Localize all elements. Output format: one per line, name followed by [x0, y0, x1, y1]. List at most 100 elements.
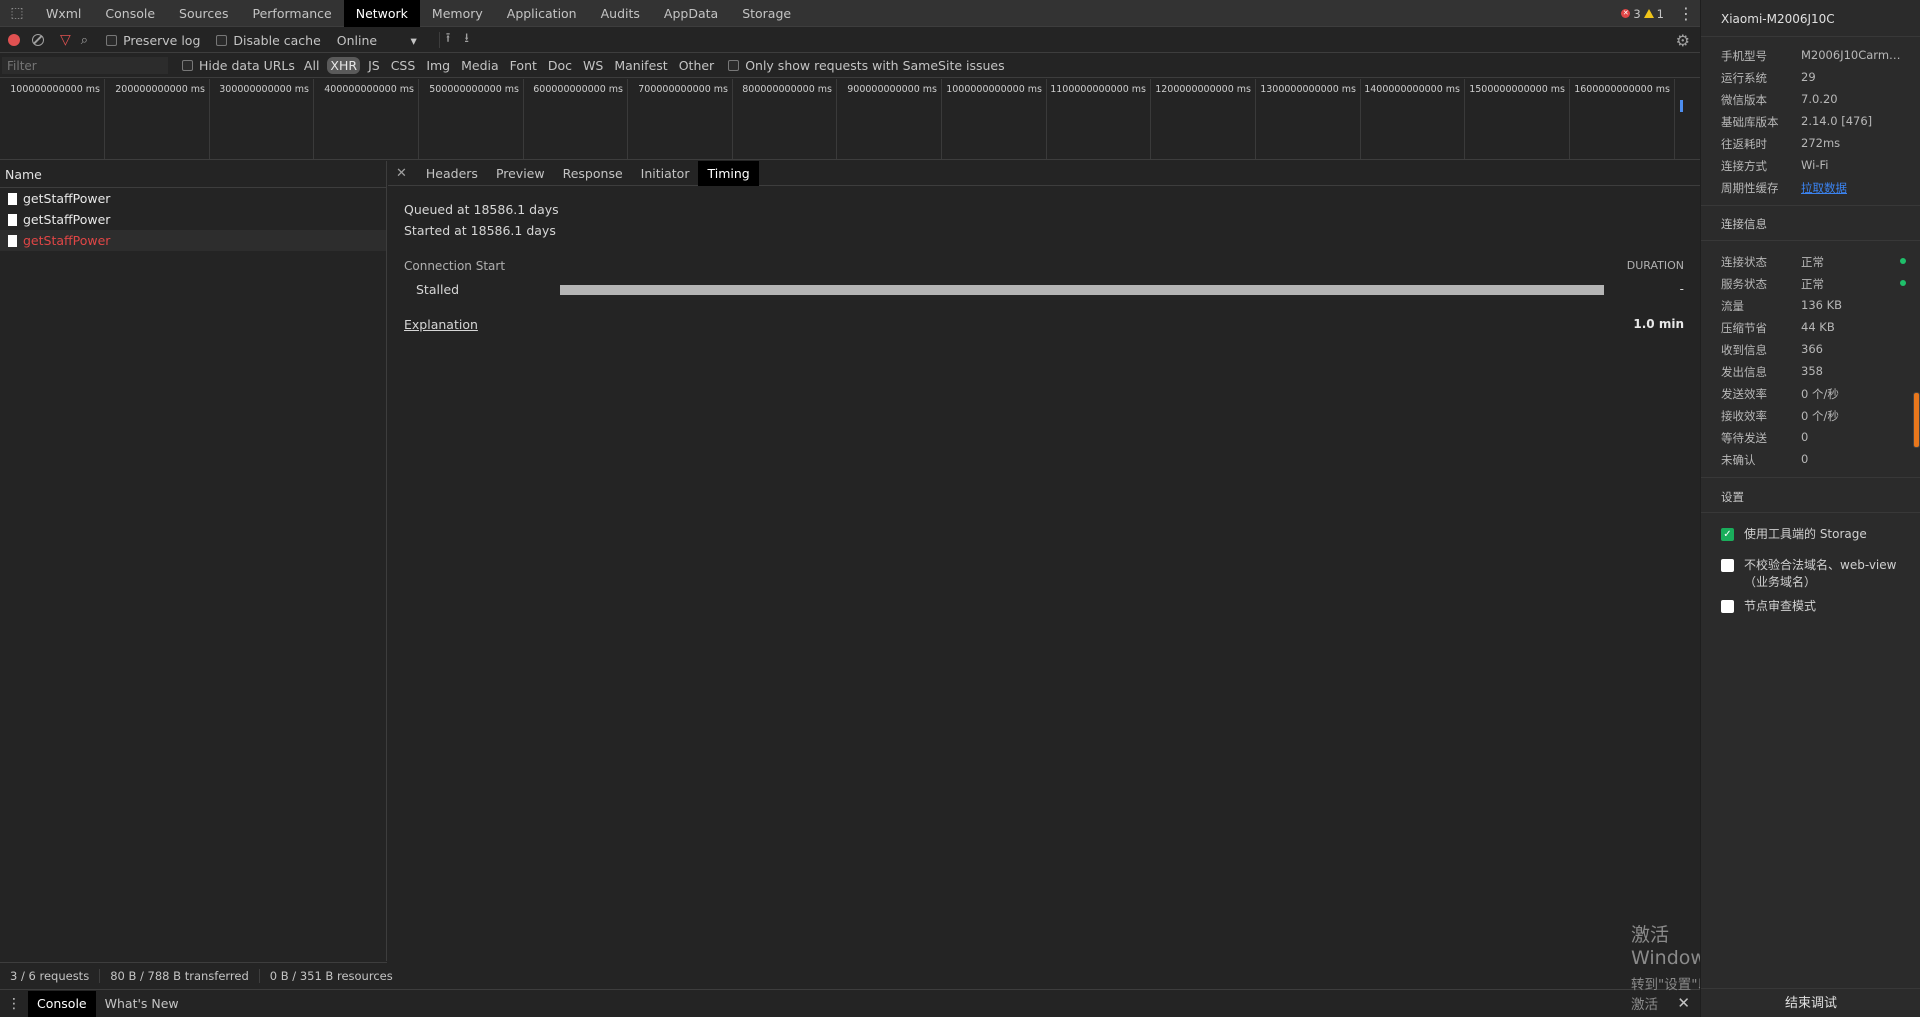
record-button[interactable]	[8, 34, 20, 46]
tab-application[interactable]: Application	[495, 0, 589, 27]
info-value: 0	[1801, 452, 1809, 466]
more-options-icon[interactable]: ⋮	[1672, 0, 1700, 27]
tab-performance[interactable]: Performance	[241, 0, 344, 27]
info-key: 服务状态	[1721, 277, 1767, 291]
info-value: 正常	[1801, 255, 1824, 269]
request-row[interactable]: getStaffPower	[0, 188, 386, 209]
document-icon	[8, 234, 17, 247]
clear-icon[interactable]	[32, 34, 44, 46]
divider	[1701, 205, 1920, 206]
stalled-label: Stalled	[416, 282, 460, 297]
tab-response[interactable]: Response	[554, 161, 632, 186]
request-row[interactable]: getStaffPower	[0, 209, 386, 230]
tab-network[interactable]: Network	[343, 0, 420, 27]
tab-console[interactable]: Console	[93, 0, 167, 27]
overview-tick: 400000000000 ms	[314, 79, 419, 159]
type-filter-manifest[interactable]: Manifest	[611, 57, 670, 74]
name-column-header[interactable]: Name	[0, 161, 386, 188]
tab-wxml[interactable]: Wxml	[34, 0, 93, 27]
info-value: 0 个/秒	[1801, 387, 1839, 401]
hide-data-urls-checkbox[interactable]	[182, 60, 193, 71]
type-filter-css[interactable]: CSS	[388, 57, 419, 74]
setting-label: 使用工具端的 Storage	[1744, 527, 1867, 541]
info-value: 136 KB	[1801, 298, 1843, 312]
disable-cache-checkbox[interactable]	[216, 34, 228, 46]
filter-icon[interactable]: ▽	[60, 32, 71, 48]
info-key: 运行系统	[1721, 71, 1767, 85]
close-icon[interactable]: ✕	[396, 166, 407, 181]
type-filter-other[interactable]: Other	[676, 57, 718, 74]
drawer-tab-whats-new[interactable]: What's New	[96, 991, 188, 1017]
export-har-icon[interactable]: ⭳	[464, 29, 469, 51]
tab-storage[interactable]: Storage	[730, 0, 803, 27]
sidebar-scrollbar[interactable]	[1913, 392, 1920, 448]
drawer-tab-console[interactable]: Console	[28, 990, 96, 1017]
checkbox-checked[interactable]: ✓	[1721, 528, 1734, 541]
info-key: 基础库版本	[1721, 115, 1779, 129]
type-filter-js[interactable]: JS	[365, 57, 383, 74]
warning-icon	[1643, 9, 1654, 18]
tab-appdata[interactable]: AppData	[652, 0, 730, 27]
hide-data-urls-label: Hide data URLs	[199, 58, 295, 73]
overview-tick: 200000000000 ms	[105, 79, 210, 159]
conn-info-row: 连接状态 正常	[1721, 254, 1906, 270]
setting-use-storage[interactable]: ✓ 使用工具端的 Storage	[1721, 525, 1901, 542]
tab-initiator[interactable]: Initiator	[632, 161, 699, 186]
type-filter-ws[interactable]: WS	[580, 57, 606, 74]
info-key: 发出信息	[1721, 365, 1767, 379]
checkbox-unchecked[interactable]	[1721, 600, 1734, 613]
conn-info-row: 收到信息 366	[1721, 342, 1906, 358]
type-filter-doc[interactable]: Doc	[545, 57, 575, 74]
pull-data-link[interactable]: 拉取数据	[1801, 180, 1901, 196]
info-value: 0	[1801, 430, 1809, 444]
error-icon: ✕	[1621, 9, 1631, 18]
request-row-error[interactable]: getStaffPower	[0, 230, 386, 251]
tab-sources[interactable]: Sources	[167, 0, 240, 27]
remote-debug-sidebar: Xiaomi-M2006J10C 手机型号M2006J10Carm64-v8a …	[1700, 0, 1920, 1017]
inspect-element-icon[interactable]: ⬚	[0, 0, 34, 27]
type-filter-img[interactable]: Img	[423, 57, 453, 74]
error-warning-counter[interactable]: ✕ 3 1	[1621, 7, 1664, 21]
filter-row: Hide data URLs All XHR JS CSS Img Media …	[0, 54, 1700, 78]
type-filter-media[interactable]: Media	[458, 57, 502, 74]
drawer-menu-icon[interactable]: ⋮	[0, 996, 28, 1012]
tab-timing[interactable]: Timing	[698, 160, 759, 186]
end-debug-button[interactable]: 结束调试	[1701, 988, 1920, 1017]
checkbox-unchecked[interactable]	[1721, 559, 1734, 572]
overview-tick: 100000000000 ms	[0, 79, 105, 159]
samesite-label: Only show requests with SameSite issues	[745, 58, 1005, 73]
type-filter-all[interactable]: All	[301, 57, 323, 74]
divider	[1701, 512, 1920, 513]
timeline-overview[interactable]: 100000000000 ms 200000000000 ms 30000000…	[0, 79, 1700, 160]
throttling-select[interactable]: Online ▾	[337, 33, 417, 48]
setting-node-inspect[interactable]: 节点审查模式	[1721, 597, 1901, 614]
overview-tick: 1200000000000 ms	[1151, 79, 1256, 159]
info-key: 收到信息	[1721, 343, 1767, 357]
gear-icon[interactable]: ⚙	[1676, 31, 1690, 50]
info-key: 微信版本	[1721, 93, 1767, 107]
info-value: 7.0.20	[1801, 92, 1838, 106]
import-har-icon[interactable]: ⭱	[446, 29, 451, 51]
type-filter-xhr[interactable]: XHR	[327, 57, 361, 74]
filter-input[interactable]	[2, 57, 168, 74]
explanation-link[interactable]: Explanation	[404, 317, 478, 332]
tab-preview[interactable]: Preview	[487, 161, 554, 186]
tab-headers[interactable]: Headers	[417, 161, 487, 186]
samesite-checkbox[interactable]	[728, 60, 740, 71]
info-key: 接收效率	[1721, 409, 1767, 423]
chevron-down-icon: ▾	[410, 32, 417, 48]
tab-memory[interactable]: Memory	[420, 0, 495, 27]
queued-at: Queued at 18586.1 days	[404, 202, 559, 217]
document-icon	[8, 192, 17, 205]
type-filter-font[interactable]: Font	[507, 57, 540, 74]
main-tab-bar: ⬚ Wxml Console Sources Performance Netwo…	[0, 0, 1700, 27]
conn-info-row: 接收效率 0 个/秒	[1721, 408, 1906, 424]
preserve-log-checkbox[interactable]	[106, 34, 118, 46]
overview-tick: 600000000000 ms	[524, 79, 628, 159]
tab-audits[interactable]: Audits	[589, 0, 652, 27]
search-icon[interactable]: ⌕	[81, 33, 88, 48]
info-value: 366	[1801, 342, 1823, 356]
setting-skip-domain-check[interactable]: 不校验合法域名、web-view（业务域名）	[1721, 556, 1901, 590]
conn-info-row: 压缩节省 44 KB	[1721, 320, 1906, 336]
status-ok-indicator	[1900, 280, 1906, 286]
